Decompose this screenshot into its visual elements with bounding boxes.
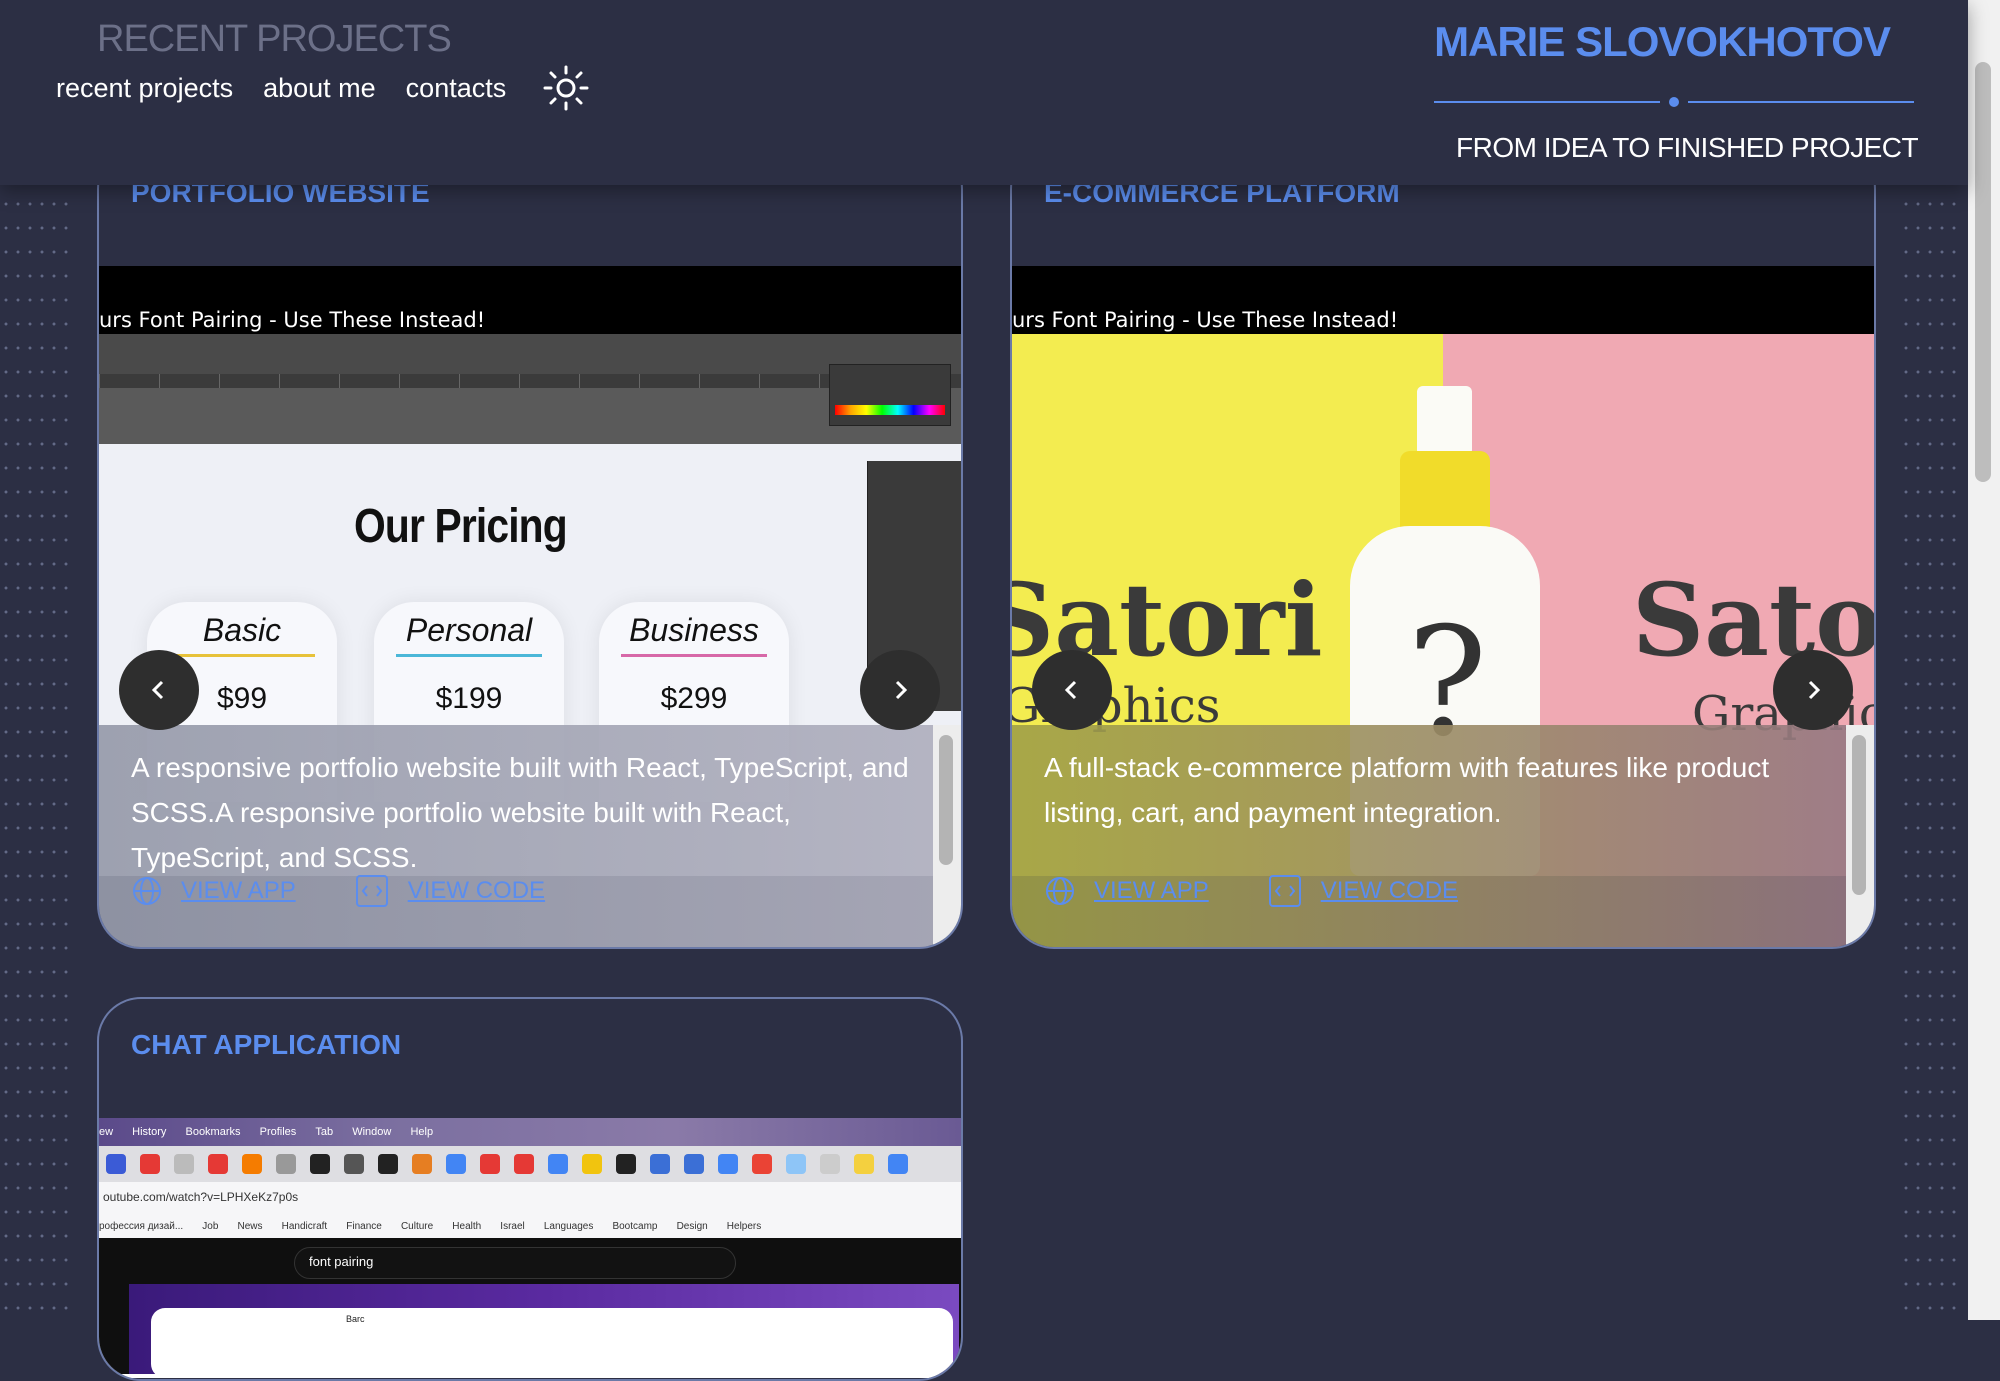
plan-name: Basic	[202, 612, 282, 648]
tagline: FROM IDEA TO FINISHED PROJECT	[1456, 132, 1919, 163]
nav-recent-projects[interactable]: recent projects	[56, 73, 233, 104]
project-description: A responsive portfolio website built wit…	[131, 752, 909, 873]
bookmark: Bootcamp	[612, 1221, 658, 1232]
prev-arrow-button[interactable]	[119, 650, 199, 730]
bookmark: Helpers	[726, 1221, 762, 1232]
code-icon	[1268, 875, 1301, 907]
video-caption: urs Font Pairing - Use These Instead!	[1012, 308, 1399, 332]
chevron-left-icon	[151, 680, 164, 700]
plan-price: $299	[660, 682, 728, 715]
background-dots-right	[1900, 0, 1960, 1320]
menu-item: Bookmarks	[185, 1126, 241, 1138]
menu-item: Help	[410, 1126, 434, 1138]
prev-arrow-button[interactable]	[1032, 650, 1112, 730]
bookmark: Job	[202, 1221, 219, 1232]
project-description: A full-stack e-commerce platform with fe…	[1044, 752, 1770, 828]
globe-icon	[133, 877, 161, 905]
view-code-link[interactable]: VIEW CODE	[1321, 877, 1458, 905]
bookmark: Handicraft	[281, 1221, 328, 1232]
page-logo: Barc	[346, 1314, 365, 1324]
section-title: RECENT PROJECTS	[97, 18, 452, 60]
sun-icon[interactable]	[542, 64, 590, 112]
bottle-collar	[1400, 451, 1490, 536]
menu-item: Profiles	[259, 1126, 297, 1138]
bookmark: Health	[452, 1221, 482, 1232]
view-app-link[interactable]: VIEW APP	[1094, 877, 1209, 905]
nav-about-me[interactable]: about me	[263, 73, 376, 104]
project-links: VIEW APP VIEW CODE	[1044, 873, 1498, 909]
youtube-search-text: font pairing	[309, 1254, 374, 1269]
pricing-heading: Our Pricing	[354, 500, 568, 553]
view-code-link[interactable]: VIEW CODE	[408, 877, 545, 905]
bookmark: Languages	[543, 1221, 594, 1232]
project-links: VIEW APP VIEW CODE	[131, 873, 585, 909]
bottle-cap	[1417, 386, 1472, 456]
youtube-search-box: font pairing	[294, 1247, 736, 1279]
browser-page: Barc	[99, 1284, 961, 1378]
youtube-header: font pairing	[99, 1238, 961, 1284]
project-card-portfolio: PORTFOLIO WEBSITE urs Font Pairing - Use…	[97, 145, 963, 949]
globe-icon	[1046, 877, 1074, 905]
next-arrow-button[interactable]	[1773, 650, 1853, 730]
bookmark: Culture	[400, 1221, 434, 1232]
chevron-left-icon	[1064, 680, 1077, 700]
next-arrow-button[interactable]	[860, 650, 940, 730]
bookmark: News	[237, 1221, 263, 1232]
project-title: CHAT APPLICATION	[131, 1029, 402, 1060]
project-video[interactable]: ew History Bookmarks Profiles Tab Window…	[99, 1118, 961, 1378]
description-scrollbar[interactable]	[1846, 725, 1874, 947]
page-scrollbar[interactable]	[1968, 0, 2000, 1320]
bookmark: рофессия дизай...	[99, 1221, 184, 1232]
project-card-chat: CHAT APPLICATION ew History Bookmarks Pr…	[97, 997, 963, 1381]
plan-name: Personal	[405, 612, 533, 648]
address-text: outube.com/watch?v=LPHXeKz7p0s	[103, 1190, 299, 1204]
plan-underline	[621, 654, 767, 657]
description-scrollbar[interactable]	[933, 725, 961, 947]
code-icon	[355, 875, 388, 907]
browser-tab-strip	[99, 1146, 961, 1182]
plan-underline	[169, 654, 315, 657]
menu-item: Tab	[315, 1126, 334, 1138]
brand-divider	[1434, 97, 1914, 107]
description-overlay: A responsive portfolio website built wit…	[99, 725, 933, 947]
menu-item: History	[132, 1126, 167, 1138]
plan-underline	[396, 654, 542, 657]
page-scrollbar-thumb[interactable]	[1975, 62, 1991, 482]
chevron-right-icon	[1808, 680, 1821, 700]
chevron-right-icon	[895, 680, 908, 700]
main-nav: recent projects about me contacts	[56, 64, 590, 112]
video-caption: urs Font Pairing - Use These Instead!	[99, 308, 486, 332]
menu-item: Window	[352, 1126, 392, 1138]
project-card-ecommerce: E-COMMERCE PLATFORM urs Font Pairing - U…	[1010, 145, 1876, 949]
page-card: Barc	[151, 1308, 953, 1378]
bookmark: Israel	[500, 1221, 525, 1232]
nav-contacts[interactable]: contacts	[406, 73, 507, 104]
brand-name[interactable]: MARIE SLOVOKHOTOV	[1434, 18, 1891, 66]
site-header: RECENT PROJECTS recent projects about me…	[0, 0, 1968, 185]
background-dots-left	[0, 0, 70, 1320]
menu-item: ew	[99, 1126, 114, 1138]
bookmark: Design	[676, 1221, 708, 1232]
browser-menu-bar: ew History Bookmarks Profiles Tab Window…	[99, 1118, 961, 1146]
view-app-link[interactable]: VIEW APP	[181, 877, 296, 905]
color-panel	[829, 364, 951, 426]
browser-address-bar: outube.com/watch?v=LPHXeKz7p0s	[99, 1182, 961, 1214]
plan-name: Business	[629, 612, 759, 648]
bookmark: Finance	[346, 1221, 382, 1232]
browser-bookmarks-bar: рофессия дизай... Job News Handicraft Fi…	[99, 1214, 961, 1239]
plan-price: $199	[435, 682, 503, 715]
description-overlay: A full-stack e-commerce platform with fe…	[1012, 725, 1846, 947]
